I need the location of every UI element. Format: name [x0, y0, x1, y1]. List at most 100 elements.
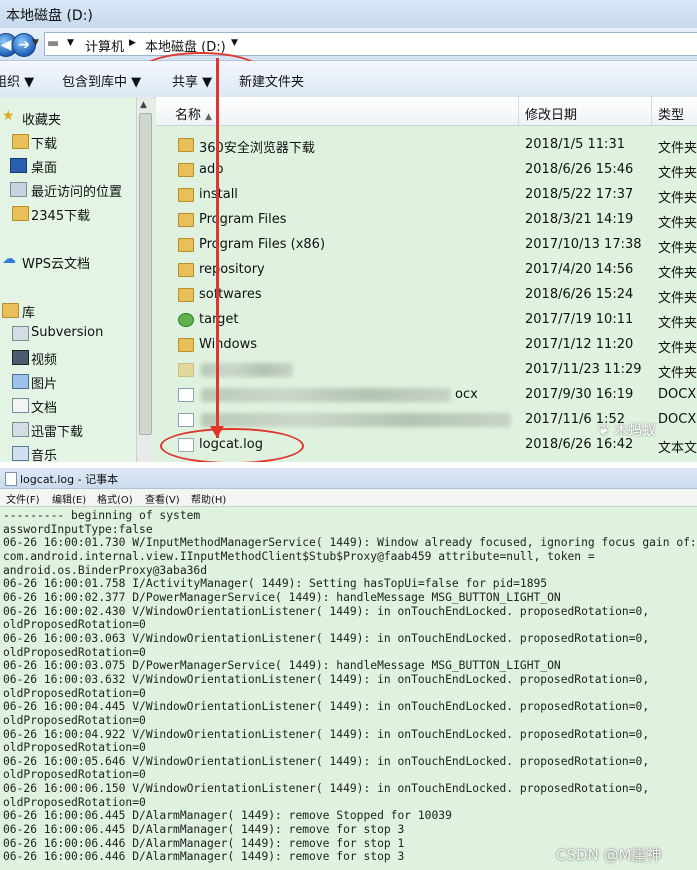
menu-help[interactable]: 帮助(H): [191, 491, 226, 506]
window-titlebar[interactable]: 本地磁盘 (D:): [0, 0, 697, 29]
file-row[interactable]: Program Files (x86) 2017/10/13 17:38 文件夹: [156, 233, 697, 258]
log-line: 06-26 16:00:05.646 V/WindowOrientationLi…: [3, 754, 650, 768]
include-in-library-menu[interactable]: 包含到库中 ▼: [62, 71, 141, 90]
folder-icon: [12, 206, 29, 221]
log-line: 06-26 16:00:03.075 D/PowerManagerService…: [3, 659, 561, 673]
file-date: 2018/1/5 11:31: [525, 137, 625, 152]
log-line: --------- beginning of system: [3, 509, 201, 522]
music-icon: [12, 446, 29, 461]
file-type: 文件夹: [658, 291, 697, 306]
chevron-down-icon[interactable]: ▼: [67, 38, 74, 48]
document-icon: [12, 398, 29, 413]
notepad-window: logcat.log - 记事本 文件(F) 编辑(E) 格式(O) 查看(V)…: [0, 468, 697, 870]
star-icon: ★: [2, 108, 15, 124]
file-row[interactable]: adb 2018/6/26 15:46 文件夹: [156, 158, 697, 183]
log-line: com.android.internal.view.IInputMethodCl…: [3, 549, 595, 563]
file-row[interactable]: target2017/7/19 10:11文件夹: [156, 308, 697, 333]
redacted-name: [201, 413, 511, 427]
organize-menu[interactable]: 组织 ▼: [0, 71, 34, 90]
column-header-name[interactable]: 名称 ▲: [175, 104, 212, 123]
menu-file[interactable]: 文件(F): [6, 491, 40, 506]
file-date: 2017/10/13 17:38: [525, 237, 642, 252]
computer-icon: ▬: [47, 36, 60, 51]
file-row[interactable]: Program Files 2018/3/21 14:19 文件夹: [156, 208, 697, 233]
notepad-title: logcat.log - 记事本: [20, 473, 119, 486]
scrollbar-thumb[interactable]: [139, 113, 152, 435]
log-line: 06-26 16:00:02.377 D/PowerManagerService…: [3, 590, 561, 604]
address-bar: ◀ ➔ ▼ ▬ ▼ 计算机 ▶ 本地磁盘 (D:) ▼: [0, 28, 697, 90]
log-line: 06-26 16:00:01.758 I/ActivityManager( 14…: [3, 577, 548, 591]
breadcrumb[interactable]: ▬ ▼ 计算机 ▶ 本地磁盘 (D:) ▼: [44, 32, 697, 56]
download-icon: [12, 422, 29, 437]
file-type: DOCX: [658, 412, 697, 427]
file-row[interactable]: install2018/5/22 17:37文件夹: [156, 183, 697, 208]
explorer-window: 本地磁盘 (D:) ◀ ➔ ▼ ▬ ▼ 计算机 ▶ 本地磁盘 (D:) ▼ 组织…: [0, 0, 697, 462]
chevron-down-icon[interactable]: ▼: [231, 38, 238, 48]
file-date: 2017/9/30 16:19: [525, 387, 634, 402]
file-row[interactable]: 2017/11/23 11:29 文件夹: [156, 358, 697, 383]
breadcrumb-item-computer[interactable]: 计算机: [85, 36, 124, 55]
chevron-right-icon[interactable]: ▶: [129, 38, 136, 48]
notepad-text-area[interactable]: --------- beginning of system asswordInpu…: [3, 509, 697, 864]
file-date: 2018/5/22 17:37: [525, 187, 634, 202]
file-type: DOCX: [658, 387, 697, 402]
log-line: 06-26 16:00:04.445 V/WindowOrientationLi…: [3, 700, 650, 714]
video-icon: [12, 350, 29, 365]
notepad-titlebar[interactable]: logcat.log - 记事本: [0, 468, 697, 489]
log-line: asswordInputType:false: [3, 522, 153, 536]
file-name: ocx: [455, 387, 478, 402]
highlight-ellipse-logcat: [160, 428, 304, 462]
column-header-date[interactable]: 修改日期: [525, 104, 577, 123]
navigation-pane: ★ 收藏夹 下载 桌面 最近访问的位置 2345下载 ☁ WPS云文档 库 Subv…: [0, 97, 153, 462]
file-type: 文件夹: [658, 191, 697, 206]
sort-ascending-icon: ▲: [205, 112, 213, 122]
log-line: 06-26 16:00:06.445 D/AlarmManager( 1449)…: [3, 823, 405, 837]
folder-icon: [178, 288, 194, 302]
menu-edit[interactable]: 编辑(E): [52, 491, 86, 506]
folder-icon: [178, 338, 194, 352]
menu-view[interactable]: 查看(V): [145, 491, 180, 506]
document-icon: [178, 413, 194, 427]
folder-icon: [178, 363, 194, 377]
column-header: 名称 ▲ 修改日期 类型: [156, 97, 697, 126]
column-header-type[interactable]: 类型: [658, 104, 684, 123]
log-line: android.os.BinderProxy@3aba36d: [3, 563, 208, 577]
file-name: Windows: [199, 337, 258, 352]
file-row[interactable]: softwares 2018/6/26 15:24 文件夹: [156, 283, 697, 308]
file-date: 2018/6/26 15:46: [525, 162, 634, 177]
log-line: 06-26 16:00:03.063 V/WindowOrientationLi…: [3, 631, 650, 645]
menu-format[interactable]: 格式(O): [97, 491, 133, 506]
file-date: 2017/4/20 14:56: [525, 262, 634, 277]
notepad-icon: [5, 472, 17, 486]
folder-icon: [178, 163, 194, 177]
file-type: 文件夹: [658, 241, 697, 256]
new-folder-button[interactable]: 新建文件夹: [239, 71, 304, 90]
notepad-menubar: 文件(F) 编辑(E) 格式(O) 查看(V) 帮助(H): [0, 489, 697, 507]
file-type: 文件夹: [658, 216, 697, 231]
file-name: repository: [199, 262, 265, 277]
nav-scrollbar[interactable]: ▲: [136, 97, 153, 462]
log-line: oldProposedRotation=0: [3, 645, 146, 659]
file-row[interactable]: 360安全浏览器下载 2018/1/5 11:31 文件夹: [156, 133, 697, 158]
folder-icon: [12, 134, 29, 149]
scroll-up-icon[interactable]: ▲: [140, 100, 147, 110]
red-arrow-line: [216, 58, 219, 438]
file-row[interactable]: repository 2017/4/20 14:56 文件夹: [156, 258, 697, 283]
share-menu[interactable]: 共享 ▼: [172, 71, 212, 90]
csdn-credit: CSDN @M崖神: [556, 846, 662, 864]
file-date: 2017/1/12 11:20: [525, 337, 634, 352]
log-line: oldProposedRotation=0: [3, 713, 146, 727]
file-row[interactable]: ocx 2017/9/30 16:19 DOCX: [156, 383, 697, 408]
history-dropdown-icon[interactable]: ▼: [32, 38, 39, 48]
log-line: oldProposedRotation=0: [3, 795, 146, 809]
log-line: 06-26 16:00:02.430 V/WindowOrientationLi…: [3, 604, 650, 618]
folder-icon: [178, 238, 194, 252]
desktop-icon: [10, 158, 27, 173]
file-row[interactable]: Windows 2017/1/12 11:20 文件夹: [156, 333, 697, 358]
recent-places-icon: [10, 182, 27, 197]
file-type: 文件夹: [658, 266, 697, 281]
redacted-name: [201, 388, 451, 402]
file-date: 2017/11/23 11:29: [525, 362, 642, 377]
file-type: 文件夹: [658, 341, 697, 356]
folder-icon: [178, 138, 194, 152]
